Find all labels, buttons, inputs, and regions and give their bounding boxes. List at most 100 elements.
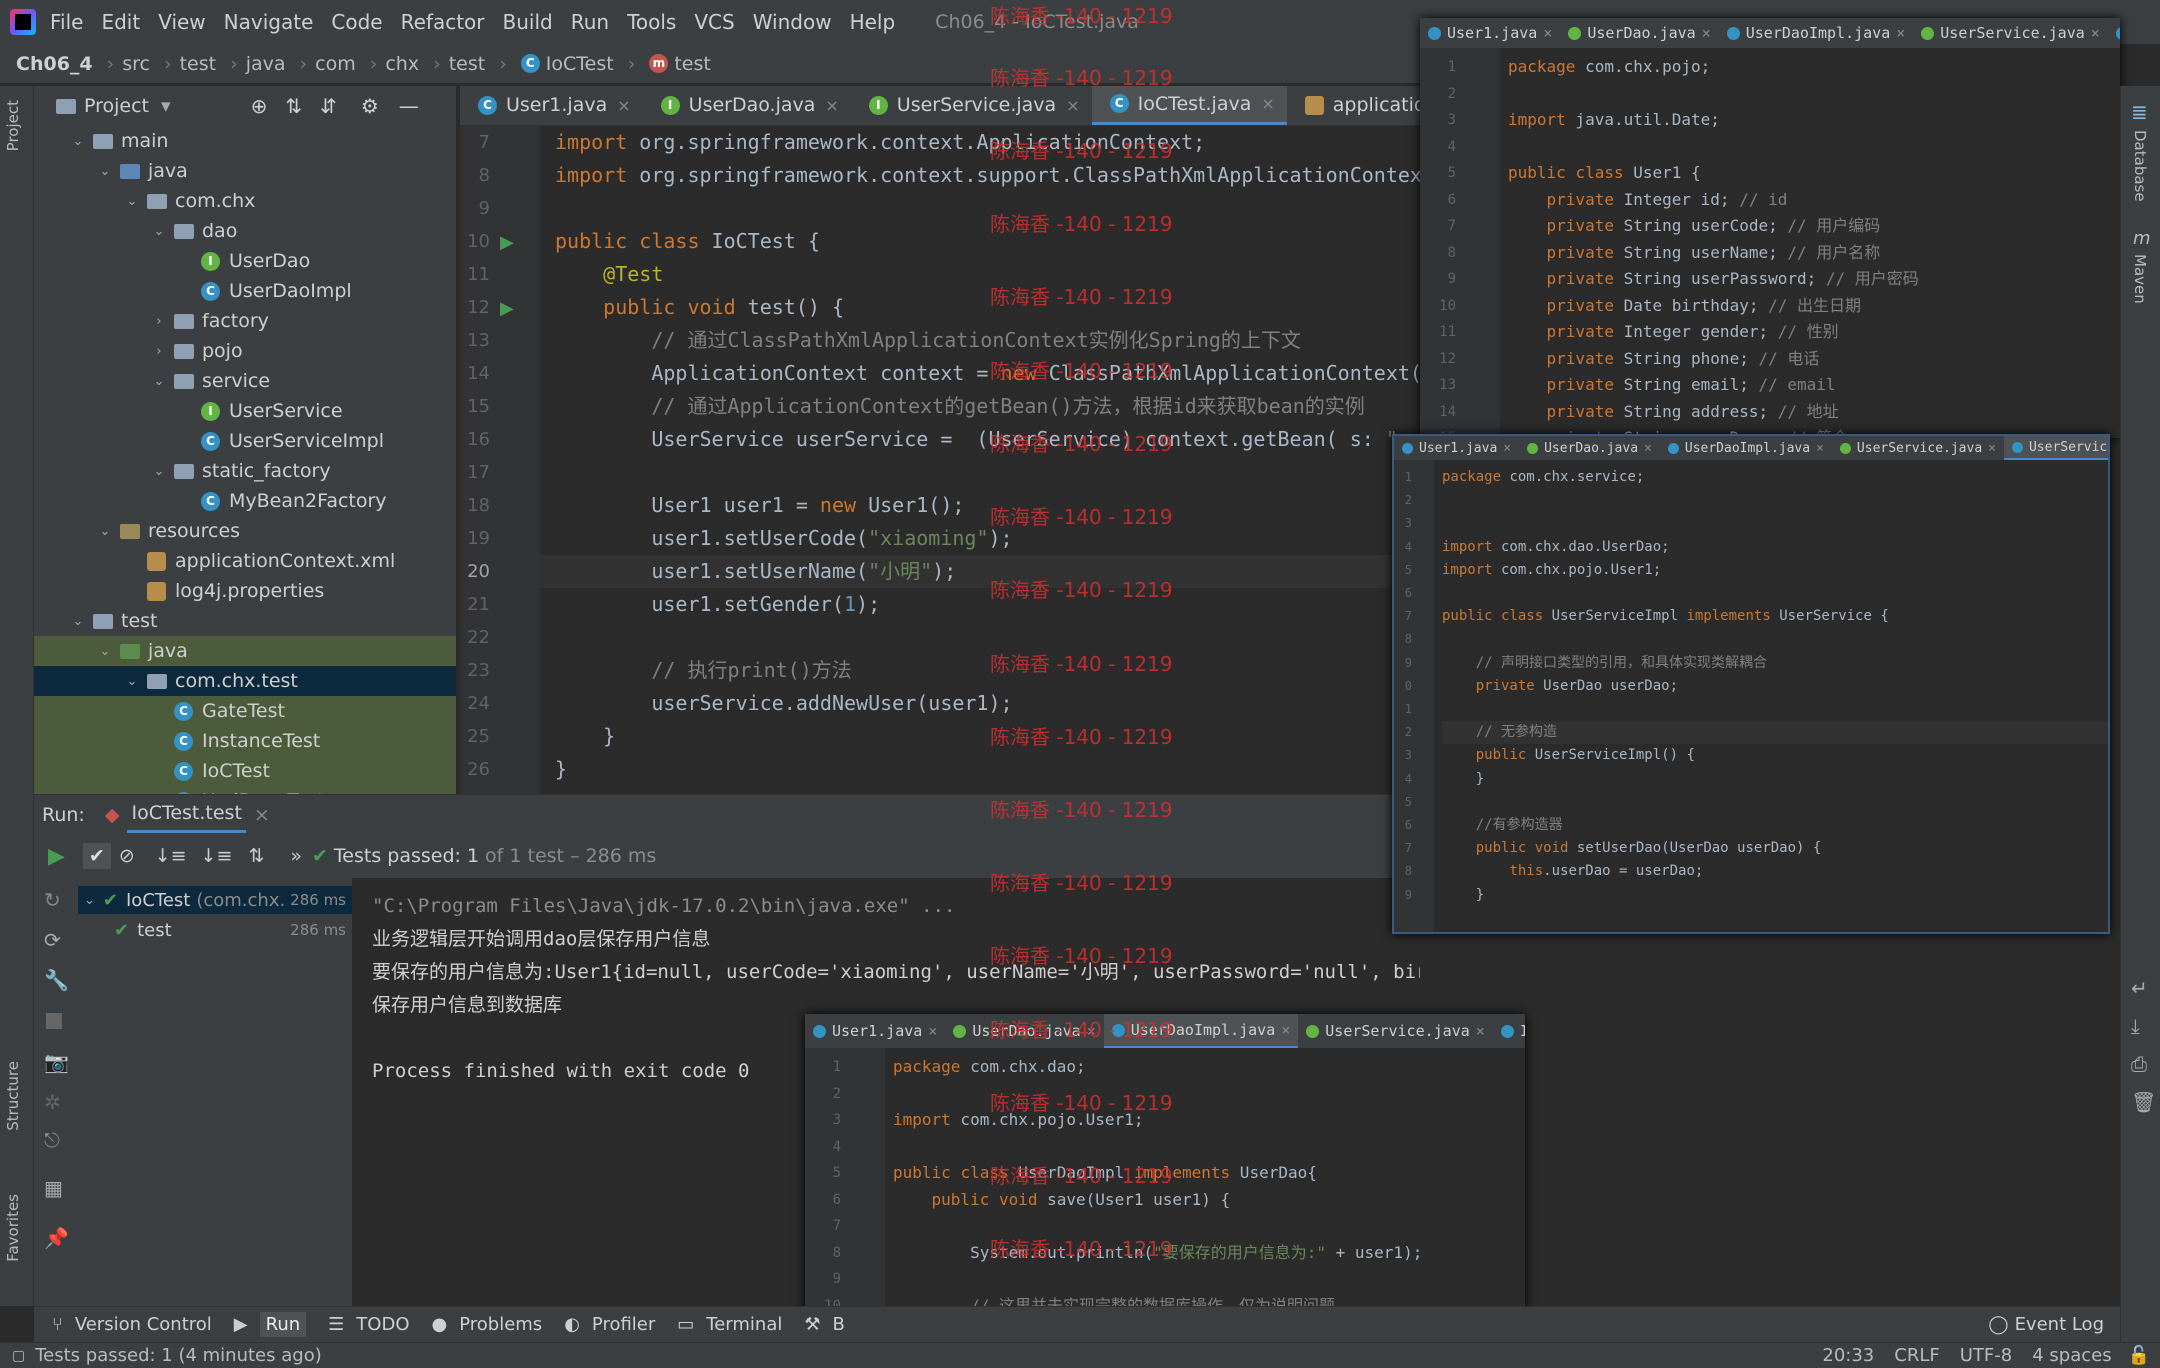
print-icon[interactable]: ⎙: [2131, 1052, 2147, 1076]
tree-item[interactable]: log4j.properties: [34, 576, 456, 606]
chevron-down-icon[interactable]: ⌄: [123, 674, 141, 689]
code-line[interactable]: user1.setUserCode("xiaoming");: [555, 522, 1012, 555]
expand-icon[interactable]: ⇅: [248, 845, 264, 867]
code-line[interactable]: ApplicationContext context = new ClassPa…: [555, 357, 1420, 390]
menu-edit[interactable]: Edit: [101, 10, 140, 34]
close-icon[interactable]: ×: [1702, 24, 1711, 42]
overlay-tab[interactable]: UserDao.java ×: [1560, 18, 1718, 48]
menu-help[interactable]: Help: [850, 10, 896, 34]
code-line[interactable]: UserService userService = (UserService) …: [555, 423, 1420, 456]
tree-item[interactable]: ⌄ main: [34, 126, 456, 156]
lock-icon[interactable]: 🔓: [2128, 1345, 2150, 1366]
overlay-tab[interactable]: UserService.java ×: [1913, 18, 2108, 48]
close-icon[interactable]: ×: [1816, 441, 1824, 456]
database-icon[interactable]: ≣: [2131, 100, 2148, 124]
tree-item[interactable]: ⌄ service: [34, 366, 456, 396]
project-tool-tab[interactable]: Project: [4, 100, 22, 151]
code-line[interactable]: // 通过ClassPathXmlApplicationContext实例化Sp…: [555, 324, 1301, 357]
chevron-down-icon[interactable]: ⌄: [150, 374, 168, 389]
exit-icon[interactable]: ⎋: [44, 1128, 60, 1152]
overlay-tab[interactable]: IoCTe×: [1493, 1014, 1525, 1048]
close-icon[interactable]: ×: [1476, 1022, 1485, 1040]
menu-refactor[interactable]: Refactor: [401, 10, 485, 34]
soft-wrap-icon[interactable]: ↵: [2131, 976, 2148, 1000]
menu-run[interactable]: Run: [571, 10, 609, 34]
show-ignored-icon[interactable]: ⊘: [119, 845, 135, 867]
status-square-icon[interactable]: ▢: [12, 1348, 25, 1364]
close-icon[interactable]: ×: [617, 96, 630, 115]
chevron-right-icon[interactable]: ›: [150, 314, 168, 329]
overlay-tab[interactable]: UserService.java ×: [1832, 436, 2004, 460]
close-icon[interactable]: ×: [1261, 94, 1274, 113]
pin-icon[interactable]: 📌: [44, 1226, 69, 1250]
rerun-failed-icon[interactable]: ↻: [44, 888, 61, 912]
cursor-position[interactable]: 20:33: [1822, 1345, 1874, 1366]
trash-icon[interactable]: 🗑: [2131, 1090, 2156, 1114]
show-passed-icon[interactable]: ✔: [82, 843, 111, 869]
tree-item[interactable]: ⌄ java: [34, 636, 456, 666]
project-title[interactable]: Project: [84, 95, 149, 117]
close-icon[interactable]: ×: [254, 804, 270, 826]
close-icon[interactable]: ×: [825, 96, 838, 115]
tree-item[interactable]: CXmlBeanTest: [34, 786, 456, 794]
expand-all-icon[interactable]: ⇅: [285, 94, 302, 118]
tool-version-control[interactable]: Version Control: [75, 1314, 212, 1335]
tree-item[interactable]: I UserDao: [34, 246, 456, 276]
overlay-tab[interactable]: UserServiceImpl.java×: [2003, 436, 2108, 460]
sort-alpha-icon[interactable]: ↓≡: [155, 845, 187, 867]
breadcrumb-method[interactable]: test: [674, 53, 711, 75]
status-message[interactable]: Tests passed: 1 (4 minutes ago): [35, 1345, 322, 1366]
tree-item[interactable]: ⌄ com.chx: [34, 186, 456, 216]
run-gutter-icon[interactable]: ▶: [500, 232, 520, 253]
overlay-tab[interactable]: UserDaoImpl.java ×: [1719, 18, 1914, 48]
tree-item[interactable]: ⌄ test: [34, 606, 456, 636]
breadcrumb-src[interactable]: src: [122, 53, 150, 75]
layout-icon[interactable]: ▦: [44, 1176, 63, 1200]
breadcrumb-test-pkg[interactable]: test: [449, 53, 486, 75]
code-line[interactable]: User1 user1 = new User1();: [555, 489, 964, 522]
overlay-tab[interactable]: User1.java ×: [1420, 18, 1560, 48]
close-icon[interactable]: ×: [1066, 96, 1079, 115]
menu-file[interactable]: File: [50, 10, 83, 34]
file-encoding[interactable]: UTF-8: [1960, 1345, 2012, 1366]
tree-item[interactable]: ⌄ com.chx.test: [34, 666, 456, 696]
tree-item[interactable]: ⌄ static_factory: [34, 456, 456, 486]
favorites-tool-tab[interactable]: Favorites: [4, 1194, 22, 1262]
breadcrumb-com[interactable]: com: [315, 53, 356, 75]
tree-item[interactable]: ⌄ dao: [34, 216, 456, 246]
scroll-to-end-icon[interactable]: ⤓: [2131, 1014, 2140, 1038]
chevron-down-icon[interactable]: ⌄: [96, 524, 114, 539]
breadcrumb-chx[interactable]: chx: [385, 53, 419, 75]
code-line[interactable]: user1.setUserName("小明");: [540, 555, 1420, 588]
menu-navigate[interactable]: Navigate: [224, 10, 314, 34]
tree-item[interactable]: ⌄ java: [34, 156, 456, 186]
tree-item[interactable]: C GateTest: [34, 696, 456, 726]
breadcrumb-project[interactable]: Ch06_4: [16, 53, 93, 75]
camera-icon[interactable]: 📷: [44, 1050, 69, 1074]
chevron-down-icon[interactable]: ▾: [161, 95, 171, 117]
maven-icon[interactable]: m: [2133, 228, 2151, 249]
editor-tab[interactable]: I UserDao.java ×: [643, 86, 851, 125]
close-icon[interactable]: ×: [2091, 24, 2100, 42]
tree-item[interactable]: I UserService: [34, 396, 456, 426]
chevron-down-icon[interactable]: ⌄: [69, 614, 87, 629]
line-separator[interactable]: CRLF: [1894, 1345, 1939, 1366]
minimize-icon[interactable]: —: [399, 94, 419, 118]
close-icon[interactable]: ×: [1503, 441, 1511, 456]
tool-terminal[interactable]: Terminal: [706, 1314, 782, 1335]
tree-item[interactable]: C UserDaoImpl: [34, 276, 456, 306]
code-line[interactable]: public class IoCTest {: [555, 225, 820, 258]
code-line[interactable]: }: [555, 720, 615, 753]
overlay-tab[interactable]: UserService.java ×: [1298, 1014, 1493, 1048]
close-icon[interactable]: ×: [1543, 24, 1552, 42]
menu-build[interactable]: Build: [503, 10, 553, 34]
code-line[interactable]: userService.addNewUser(user1);: [555, 687, 1012, 720]
tool-build[interactable]: B: [833, 1314, 845, 1335]
code-line[interactable]: @Test: [555, 258, 663, 291]
code-line[interactable]: // 执行print()方法: [555, 654, 851, 687]
editor-tab[interactable]: I UserService.java ×: [851, 86, 1092, 125]
editor-tab[interactable]: applicationContext.xml: [1287, 86, 1420, 125]
overlay-tab[interactable]: UserDaoImpl.java ×: [1660, 436, 1832, 460]
breadcrumb-java[interactable]: java: [246, 53, 286, 75]
rerun-icon[interactable]: ▶: [48, 844, 65, 869]
